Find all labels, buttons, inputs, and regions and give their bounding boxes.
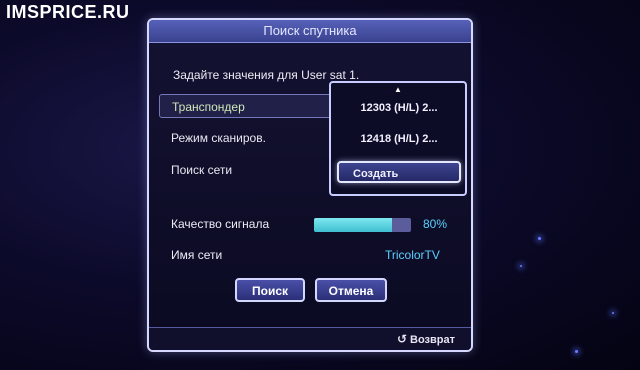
background-star <box>520 265 522 267</box>
signal-quality-fill <box>314 218 392 232</box>
signal-quality-bar <box>314 218 411 232</box>
dialog-hint: Задайте значения для User sat 1. <box>173 68 360 82</box>
background-star <box>575 350 578 353</box>
dialog-title: Поиск спутника <box>149 20 471 43</box>
signal-quality-percent: 80% <box>423 217 448 231</box>
watermark-text: IMSPRICE.RU <box>6 2 130 22</box>
scroll-up-arrow-icon[interactable]: ▲ <box>331 85 465 94</box>
dialog-footer: ↺ Возврат <box>149 327 471 350</box>
transponder-dropdown[interactable]: ▲ 12303 (H/L) 2... 12418 (H/L) 2... Созд… <box>329 81 467 196</box>
network-search-label: Поиск сети <box>171 163 233 177</box>
return-label: Возврат <box>410 334 455 346</box>
network-name-label: Имя сети <box>171 248 223 262</box>
signal-quality-label: Качество сигнала <box>171 217 270 231</box>
search-button[interactable]: Поиск <box>235 278 305 302</box>
transponder-label: Транспондер <box>172 100 245 114</box>
return-arrow-icon: ↺ <box>396 332 408 346</box>
scan-mode-label: Режим сканиров. <box>171 131 266 145</box>
background-star <box>538 237 541 240</box>
background-star <box>612 312 614 314</box>
dropdown-item-create[interactable]: Создать <box>337 161 461 183</box>
satellite-search-dialog: Поиск спутника Задайте значения для User… <box>147 18 473 352</box>
cancel-button[interactable]: Отмена <box>315 278 387 302</box>
dropdown-item-transponder-1[interactable]: 12303 (H/L) 2... <box>337 97 461 119</box>
network-name-value: TricolorTV <box>385 248 440 262</box>
dropdown-item-transponder-2[interactable]: 12418 (H/L) 2... <box>337 128 461 150</box>
return-button[interactable]: ↺ Возврат <box>397 332 455 346</box>
